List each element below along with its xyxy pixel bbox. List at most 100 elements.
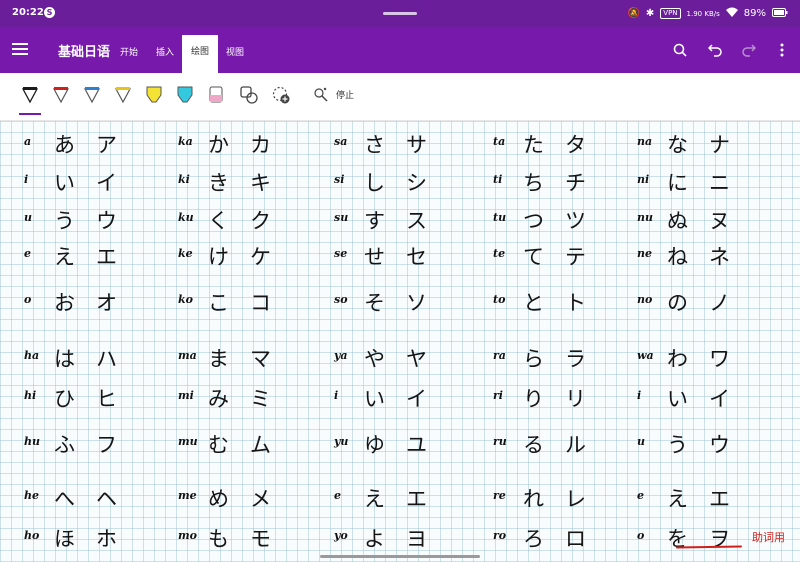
selected-tool-indicator bbox=[19, 113, 41, 115]
hiragana-char: み bbox=[208, 387, 229, 411]
katakana-char: イ bbox=[96, 171, 117, 195]
romaji-label: hi bbox=[24, 389, 37, 402]
kana-row: to とト bbox=[493, 287, 633, 323]
romaji-label: ri bbox=[493, 389, 503, 402]
yellow-pen-icon[interactable] bbox=[110, 82, 136, 108]
bluetooth-icon: ✱ bbox=[645, 8, 655, 19]
romaji-label: i bbox=[637, 389, 642, 402]
tab-start[interactable]: 开始 bbox=[120, 45, 138, 58]
tab-view[interactable]: 视图 bbox=[226, 45, 244, 58]
kana-row: ni にニ bbox=[637, 167, 777, 203]
hiragana-char: よ bbox=[364, 527, 385, 551]
romaji-label: ke bbox=[178, 247, 193, 260]
romaji-label: ro bbox=[493, 529, 507, 542]
romaji-label: ho bbox=[24, 529, 40, 542]
katakana-char: ヤ bbox=[406, 347, 427, 371]
hiragana-char: は bbox=[54, 347, 75, 371]
black-pen-icon[interactable] bbox=[17, 82, 43, 108]
scroll-handle[interactable] bbox=[320, 555, 480, 558]
red-pen-icon[interactable] bbox=[48, 82, 74, 108]
romaji-label: si bbox=[334, 173, 345, 186]
tab-insert[interactable]: 插入 bbox=[156, 45, 174, 58]
katakana-char: ネ bbox=[709, 245, 730, 269]
katakana-char: ラ bbox=[565, 347, 586, 371]
hiragana-char: い bbox=[667, 387, 688, 411]
katakana-char: カ bbox=[250, 133, 271, 157]
kana-row: sa さサ bbox=[334, 129, 474, 165]
katakana-char: エ bbox=[96, 245, 117, 269]
shapes-icon[interactable] bbox=[236, 82, 262, 108]
romaji-label: re bbox=[493, 489, 506, 502]
stop-label[interactable]: 停止 bbox=[336, 88, 354, 101]
hiragana-char: ぬ bbox=[667, 209, 688, 233]
romaji-label: ti bbox=[493, 173, 503, 186]
tab-draw[interactable]: 绘图 bbox=[182, 35, 218, 73]
kana-row: su すス bbox=[334, 205, 474, 241]
vpn-badge: VPN bbox=[660, 8, 681, 19]
katakana-char: コ bbox=[250, 291, 271, 315]
katakana-char: エ bbox=[709, 487, 730, 511]
kana-row: yu ゆユ bbox=[334, 429, 474, 465]
katakana-char: ノ bbox=[709, 291, 730, 315]
hiragana-char: れ bbox=[523, 487, 544, 511]
replay-ink-icon[interactable] bbox=[308, 82, 334, 108]
kana-row: ha はハ bbox=[24, 343, 164, 379]
kana-row: mo もモ bbox=[178, 523, 318, 559]
wifi-icon bbox=[725, 7, 738, 20]
kana-row: he へヘ bbox=[24, 483, 164, 519]
romaji-label: u bbox=[637, 435, 645, 448]
romaji-label: hu bbox=[24, 435, 40, 448]
add-pen-icon[interactable] bbox=[268, 82, 294, 108]
blue-pen-icon[interactable] bbox=[79, 82, 105, 108]
romaji-label: te bbox=[493, 247, 506, 260]
katakana-char: フ bbox=[96, 433, 117, 457]
notebook-title: 基础日语 bbox=[58, 45, 111, 60]
kana-row: o おオ bbox=[24, 287, 164, 323]
kana-row: ku くク bbox=[178, 205, 318, 241]
katakana-char: ソ bbox=[406, 291, 427, 315]
window-handle[interactable] bbox=[383, 12, 417, 15]
yellow-highlighter-icon[interactable] bbox=[141, 82, 167, 108]
romaji-label: tu bbox=[493, 211, 507, 224]
hiragana-char: え bbox=[364, 487, 385, 511]
katakana-char: ヒ bbox=[96, 387, 117, 411]
cyan-highlighter-icon[interactable] bbox=[172, 82, 198, 108]
hiragana-char: る bbox=[523, 433, 544, 457]
kana-row: hu ふフ bbox=[24, 429, 164, 465]
network-speed: 1.90 KB/s bbox=[686, 9, 720, 18]
romaji-label: e bbox=[334, 489, 341, 502]
status-time: 20:22 bbox=[12, 7, 44, 18]
search-icon[interactable] bbox=[670, 40, 690, 60]
undo-icon[interactable] bbox=[705, 40, 725, 60]
katakana-char: ヘ bbox=[96, 487, 117, 511]
hiragana-char: な bbox=[667, 133, 688, 157]
kana-row: si しシ bbox=[334, 167, 474, 203]
hiragana-char: う bbox=[54, 209, 75, 233]
draw-toolbar: 停止 bbox=[0, 73, 800, 121]
kana-row: u うウ bbox=[24, 205, 164, 241]
handwritten-note: 助词用 bbox=[752, 531, 785, 544]
romaji-label: i bbox=[24, 173, 29, 186]
katakana-char: ス bbox=[406, 209, 427, 233]
kana-row: nu ぬヌ bbox=[637, 205, 777, 241]
romaji-label: ma bbox=[178, 349, 197, 362]
katakana-char: ト bbox=[565, 291, 586, 315]
kana-row: hi ひヒ bbox=[24, 383, 164, 419]
romaji-label: ko bbox=[178, 293, 193, 306]
katakana-char: ケ bbox=[250, 245, 271, 269]
more-options-icon[interactable] bbox=[772, 40, 792, 60]
note-canvas[interactable]: a あア i いイ u うウ e えエ o おオ ha はハ hi ひヒ hu ふフ he へヘ ho ほホ ka かカ k… bbox=[0, 121, 800, 562]
romaji-label: ku bbox=[178, 211, 194, 224]
katakana-char: ウ bbox=[709, 433, 730, 457]
menu-icon[interactable] bbox=[12, 43, 28, 55]
hiragana-char: り bbox=[523, 387, 544, 411]
hiragana-char: そ bbox=[364, 291, 385, 315]
pink-highlighter-icon[interactable] bbox=[203, 82, 229, 108]
hiragana-char: ゆ bbox=[364, 433, 385, 457]
katakana-char: チ bbox=[565, 171, 586, 195]
katakana-char: メ bbox=[250, 487, 271, 511]
romaji-label: e bbox=[24, 247, 31, 260]
romaji-label: to bbox=[493, 293, 506, 306]
kana-row: e えエ bbox=[24, 241, 164, 277]
redo-icon[interactable] bbox=[738, 40, 758, 60]
